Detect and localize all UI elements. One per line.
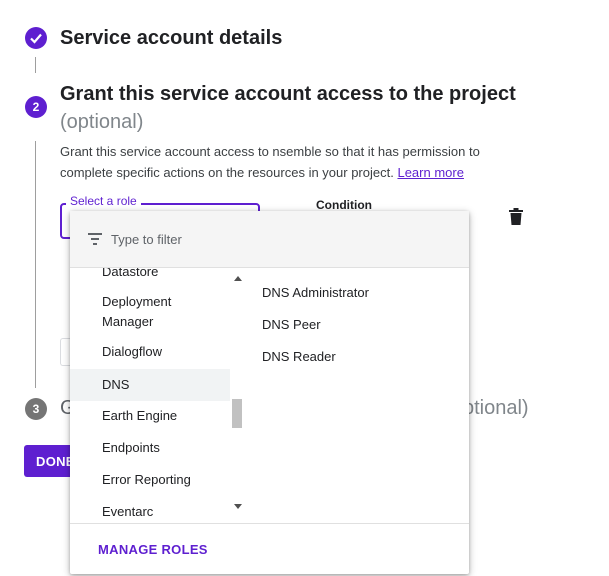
role-item[interactable]: DNS Administrator bbox=[262, 285, 369, 300]
filter-icon bbox=[88, 233, 102, 245]
service-list: Datastore Deployment Manager Dialogflow … bbox=[70, 268, 230, 518]
delete-icon[interactable] bbox=[508, 208, 524, 226]
learn-more-link[interactable]: Learn more bbox=[397, 165, 463, 180]
step-1-title[interactable]: Service account details bbox=[60, 27, 282, 50]
step-2-optional: (optional) bbox=[60, 111, 144, 133]
role-item[interactable]: DNS Peer bbox=[262, 317, 321, 332]
service-item-selected[interactable]: DNS bbox=[70, 369, 230, 401]
step-1-done-icon bbox=[25, 27, 47, 49]
service-item[interactable]: Error Reporting bbox=[70, 470, 230, 490]
scrollbar-thumb[interactable] bbox=[232, 399, 242, 428]
step-3-title-end: ptional) bbox=[463, 397, 529, 419]
scroll-up-icon[interactable] bbox=[234, 276, 242, 281]
step-3-number-icon: 3 bbox=[25, 398, 47, 420]
service-item[interactable]: Earth Engine bbox=[70, 406, 230, 426]
service-item[interactable]: Deployment Manager bbox=[70, 292, 230, 332]
service-item[interactable]: Dialogflow bbox=[70, 342, 230, 362]
scroll-down-icon[interactable] bbox=[234, 504, 242, 509]
condition-label: Condition bbox=[316, 198, 372, 212]
dropdown-footer: MANAGE ROLES bbox=[70, 523, 469, 574]
role-item[interactable]: DNS Reader bbox=[262, 349, 336, 364]
service-item[interactable]: Eventarc bbox=[70, 502, 230, 518]
step-connector-2 bbox=[35, 141, 36, 388]
role-select-label: Select a role bbox=[66, 194, 141, 208]
grant-description: Grant this service account access to nse… bbox=[60, 141, 500, 183]
role-dropdown: Datastore Deployment Manager Dialogflow … bbox=[70, 211, 469, 574]
manage-roles-button[interactable]: MANAGE ROLES bbox=[98, 542, 208, 557]
filter-bar bbox=[70, 211, 469, 268]
service-list-scrollbar[interactable] bbox=[231, 276, 244, 514]
service-item[interactable]: Endpoints bbox=[70, 438, 230, 458]
service-item[interactable]: Datastore bbox=[70, 268, 230, 282]
step-2-title[interactable]: Grant this service account access to the… bbox=[60, 83, 516, 106]
check-icon bbox=[30, 33, 42, 44]
filter-input[interactable] bbox=[111, 230, 411, 248]
done-button[interactable]: DONE bbox=[24, 445, 76, 477]
step-connector-1 bbox=[35, 57, 36, 73]
step-2-number-icon: 2 bbox=[25, 96, 47, 118]
